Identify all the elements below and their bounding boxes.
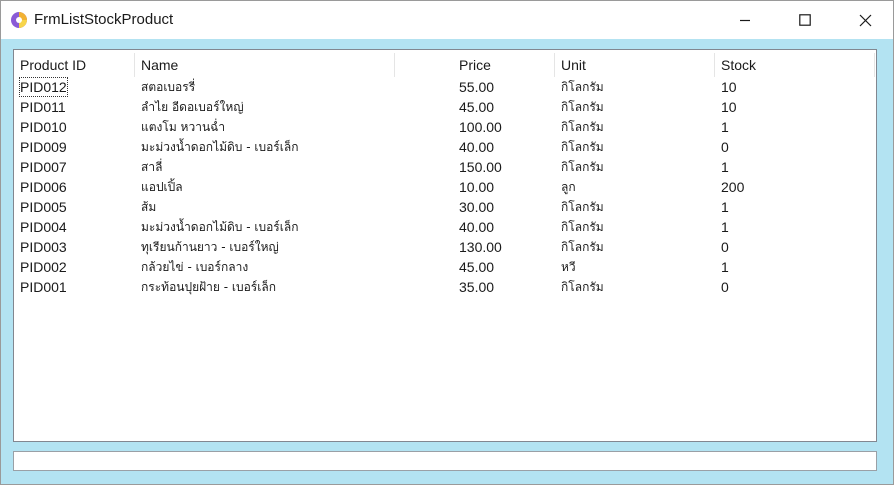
table-row[interactable]: PID009 มะม่วงน้ำดอกไม้ดิบ - เบอร์เล็ก 40.0…: [14, 137, 876, 157]
cell-price: 130.00: [459, 239, 502, 255]
maximize-icon: [799, 14, 811, 26]
column-header-unit[interactable]: Unit: [555, 53, 715, 77]
cell-product-id: PID009: [20, 139, 67, 155]
table-row[interactable]: PID004 มะม่วงน้ำดอกไม้ดิบ - เบอร์เล็ก 40.0…: [14, 217, 876, 237]
cell-name: แตงโม หวานฉ่ำ: [141, 120, 226, 134]
cell-name: มะม่วงน้ำดอกไม้ดิบ - เบอร์เล็ก: [141, 220, 299, 234]
close-icon: [859, 14, 871, 26]
cell-price: 45.00: [459, 99, 495, 115]
cell-stock: 200: [721, 179, 745, 195]
cell-name: ส้ม: [141, 200, 157, 214]
cell-price: 40.00: [459, 139, 495, 155]
cell-name: แอปเปิ้ล: [141, 180, 183, 194]
app-icon: [11, 12, 27, 28]
table-row[interactable]: PID003 ทุเรียนก้านยาว - เบอร์ใหญ่ 130.00 กิ…: [14, 237, 876, 257]
cell-product-id: PID001: [20, 279, 67, 295]
cell-stock: 1: [721, 219, 729, 235]
cell-product-id: PID011: [20, 99, 66, 115]
cell-unit: กิโลกรัม: [561, 240, 604, 254]
cell-stock: 1: [721, 119, 729, 135]
column-header-name[interactable]: Name: [135, 53, 395, 77]
cell-stock: 10: [721, 99, 737, 115]
cell-price: 150.00: [459, 159, 502, 175]
cell-unit: กิโลกรัม: [561, 200, 604, 214]
cell-price: 30.00: [459, 199, 495, 215]
cell-price: 35.00: [459, 279, 495, 295]
window-title: FrmListStockProduct: [34, 11, 174, 28]
list-header: Product ID Name Price Unit Stock: [14, 53, 876, 77]
cell-unit: กิโลกรัม: [561, 140, 604, 154]
cell-name: สาลี่: [141, 160, 163, 174]
table-row[interactable]: PID007 สาลี่ 150.00 กิโลกรัม 1: [14, 157, 876, 177]
cell-name: ทุเรียนก้านยาว - เบอร์ใหญ่: [141, 240, 279, 254]
cell-product-id: PID003: [20, 239, 67, 255]
app-window: FrmListStockProduct Product ID Name Pric…: [0, 0, 894, 485]
cell-name: กระท้อนปุยฝ้าย - เบอร์เล็ก: [141, 280, 276, 294]
minimize-icon: [740, 19, 750, 22]
cell-price: 40.00: [459, 219, 495, 235]
cell-stock: 0: [721, 279, 729, 295]
cell-unit: หวี: [561, 260, 576, 274]
cell-unit: กิโลกรัม: [561, 220, 604, 234]
column-header-stock[interactable]: Stock: [715, 53, 875, 77]
cell-product-id: PID007: [20, 159, 67, 175]
cell-unit: กิโลกรัม: [561, 120, 604, 134]
cell-product-id: PID012: [19, 77, 68, 97]
cell-unit: ลูก: [561, 180, 576, 194]
cell-stock: 0: [721, 139, 729, 155]
table-row[interactable]: PID001 กระท้อนปุยฝ้าย - เบอร์เล็ก 35.00 กิโ…: [14, 277, 876, 297]
cell-stock: 10: [721, 79, 737, 95]
cell-unit: กิโลกรัม: [561, 160, 604, 174]
cell-unit: กิโลกรัม: [561, 280, 604, 294]
cell-price: 45.00: [459, 259, 495, 275]
table-row[interactable]: PID012 สตอเบอรรี่ 55.00 กิโลกรัม 10: [14, 77, 876, 97]
cell-stock: 1: [721, 159, 729, 175]
cell-product-id: PID004: [20, 219, 67, 235]
minimize-button[interactable]: [722, 1, 768, 39]
table-row[interactable]: PID010 แตงโม หวานฉ่ำ 100.00 กิโลกรัม 1: [14, 117, 876, 137]
table-row[interactable]: PID011 ลำไย อีดอเบอร์ใหญ่ 45.00 กิโลกรัม 10: [14, 97, 876, 117]
cell-price: 10.00: [459, 179, 495, 195]
table-row[interactable]: PID002 กล้วยไข่ - เบอร์กลาง 45.00 หวี 1: [14, 257, 876, 277]
cell-price: 100.00: [459, 119, 502, 135]
column-header-price[interactable]: Price: [395, 53, 555, 77]
cell-product-id: PID010: [20, 119, 67, 135]
cell-unit: กิโลกรัม: [561, 80, 604, 94]
maximize-button[interactable]: [782, 1, 828, 39]
cell-name: สตอเบอรรี่: [141, 80, 196, 94]
cell-product-id: PID006: [20, 179, 67, 195]
list-rows: PID012 สตอเบอรรี่ 55.00 กิโลกรัม 10 PID011 ลำไ…: [14, 77, 876, 297]
close-button[interactable]: [842, 1, 888, 39]
table-row[interactable]: PID005 ส้ม 30.00 กิโลกรัม 1: [14, 197, 876, 217]
cell-name: มะม่วงน้ำดอกไม้ดิบ - เบอร์เล็ก: [141, 140, 299, 154]
cell-product-id: PID002: [20, 259, 67, 275]
cell-name: กล้วยไข่ - เบอร์กลาง: [141, 260, 249, 274]
status-field[interactable]: [13, 451, 877, 471]
cell-price: 55.00: [459, 79, 495, 95]
cell-stock: 1: [721, 199, 729, 215]
cell-name: ลำไย อีดอเบอร์ใหญ่: [141, 100, 244, 114]
cell-stock: 1: [721, 259, 729, 275]
title-bar[interactable]: FrmListStockProduct: [1, 1, 893, 39]
cell-unit: กิโลกรัม: [561, 100, 604, 114]
cell-stock: 0: [721, 239, 729, 255]
column-header-product-id[interactable]: Product ID: [14, 53, 135, 77]
table-row[interactable]: PID006 แอปเปิ้ล 10.00 ลูก 200: [14, 177, 876, 197]
product-list-view[interactable]: Product ID Name Price Unit Stock PID012 ส…: [13, 49, 877, 442]
cell-product-id: PID005: [20, 199, 67, 215]
